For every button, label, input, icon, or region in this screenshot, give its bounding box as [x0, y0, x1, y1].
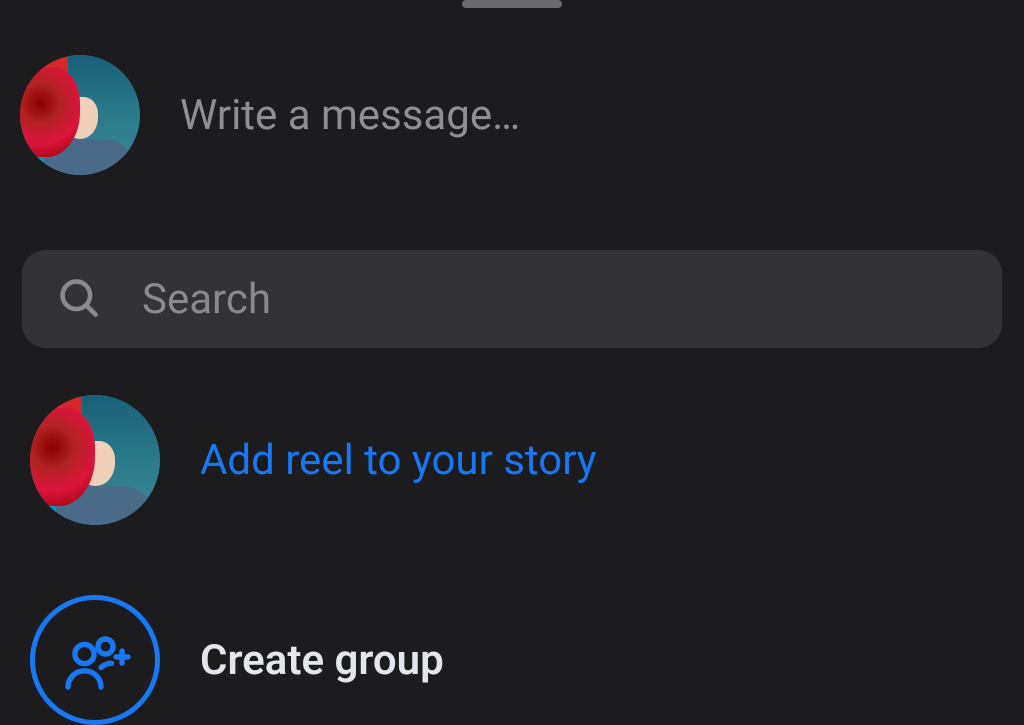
user-avatar: [20, 55, 140, 175]
create-group-label: Create group: [200, 636, 444, 685]
create-group-icon: [30, 595, 160, 725]
compose-placeholder[interactable]: Write a message…: [180, 91, 520, 140]
drag-handle[interactable]: [462, 0, 562, 8]
user-avatar: [30, 395, 160, 525]
create-group-row[interactable]: Create group: [30, 595, 1004, 725]
search-placeholder: Search: [142, 275, 271, 324]
compose-message-row[interactable]: Write a message…: [20, 55, 1004, 175]
search-bar[interactable]: Search: [22, 250, 1002, 348]
add-story-row[interactable]: Add reel to your story: [30, 395, 1004, 525]
search-icon: [58, 277, 102, 321]
add-story-label: Add reel to your story: [200, 436, 597, 485]
